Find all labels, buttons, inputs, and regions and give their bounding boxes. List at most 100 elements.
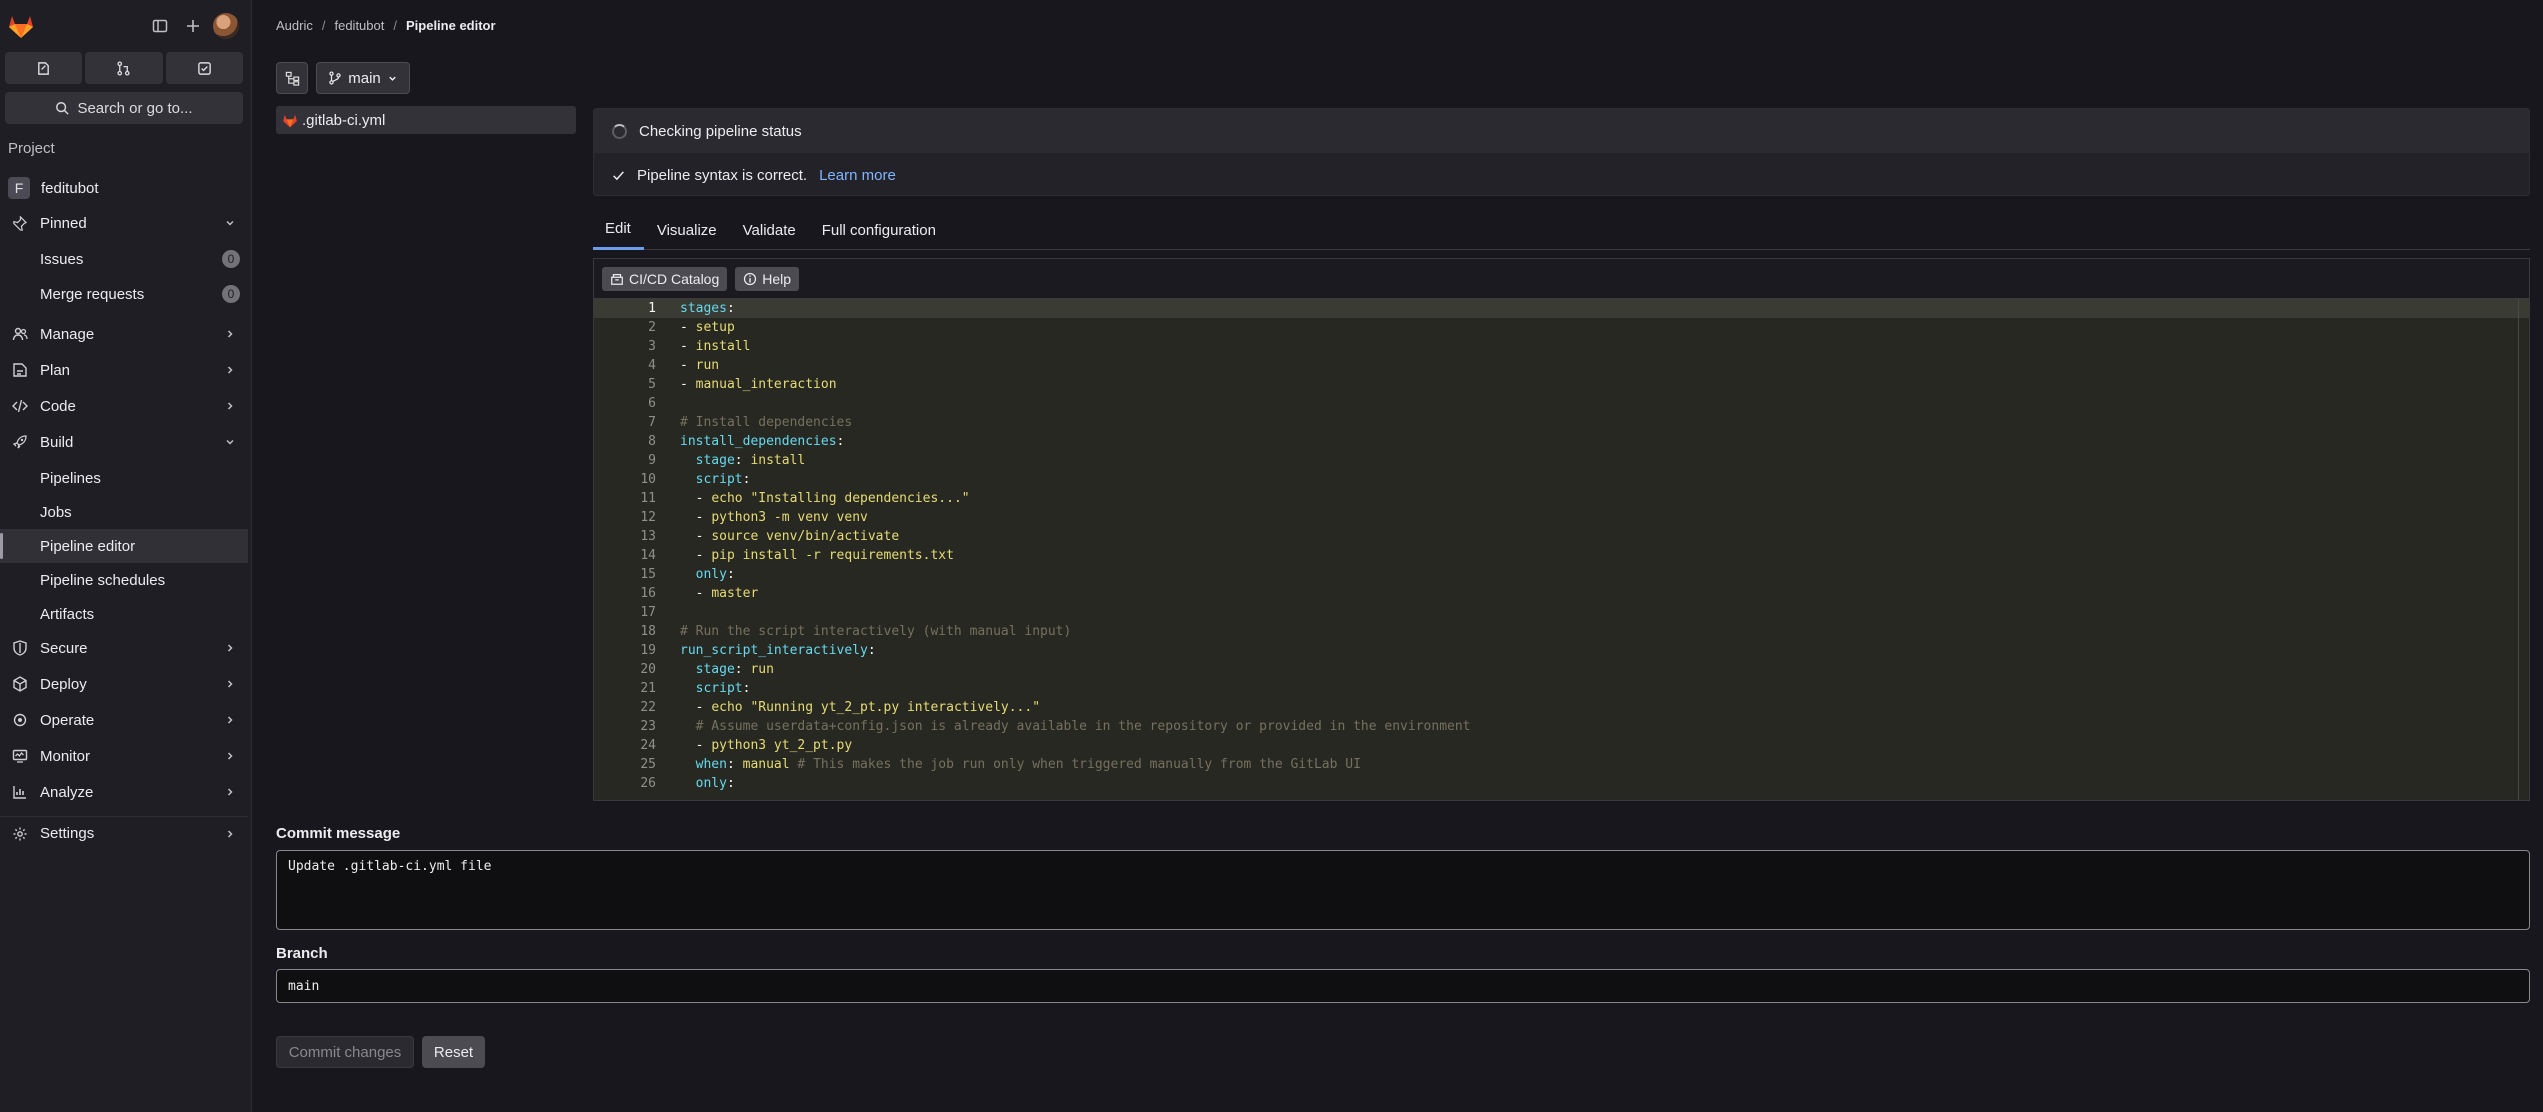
sidebar: Search or go to... Project F feditubot P… <box>0 0 252 1112</box>
editor-scrollbar[interactable] <box>2518 299 2519 800</box>
line-number: 21 <box>640 681 656 696</box>
tab-edit[interactable]: Edit <box>593 210 644 250</box>
file-tree-item[interactable]: .gitlab-ci.yml <box>276 106 576 134</box>
code-line[interactable]: 15 only: <box>594 565 2529 584</box>
code-token: script <box>695 472 743 487</box>
sidebar-item-code[interactable]: Code <box>0 389 248 423</box>
line-number: 3 <box>648 339 656 354</box>
code-line[interactable]: 5- manual_interaction <box>594 375 2529 394</box>
reset-button[interactable]: Reset <box>422 1036 485 1068</box>
code-token: # Install dependencies <box>680 415 853 430</box>
code-line[interactable]: 14 - pip install -r requirements.txt <box>594 546 2529 565</box>
sidebar-item-artifacts[interactable]: Artifacts <box>0 597 248 631</box>
tab-validate[interactable]: Validate <box>730 210 809 250</box>
sidebar-item-issues[interactable]: Issues 0 <box>0 242 248 276</box>
sidebar-item-label: Artifacts <box>40 605 95 623</box>
branch-input[interactable]: main <box>276 969 2530 1003</box>
line-content: # Install dependencies <box>656 413 852 432</box>
code-editor[interactable]: CI/CD Catalog Help 1 stages: 2- setup 3- in… <box>593 258 2530 801</box>
sidebar-item-label: Manage <box>40 325 95 343</box>
sidebar-item-pinned[interactable]: Pinned <box>0 206 248 240</box>
line-number: 1 <box>648 301 656 316</box>
code-token: - <box>680 320 696 335</box>
plus-icon[interactable] <box>181 14 205 38</box>
sidebar-item-plan[interactable]: Plan <box>0 353 248 387</box>
cloud-gear-icon <box>10 712 29 728</box>
commit-changes-button[interactable]: Commit changes <box>276 1036 414 1068</box>
branch-selector[interactable]: main <box>316 62 410 94</box>
code-line[interactable]: 12 - python3 -m venv venv <box>594 508 2529 527</box>
code-line[interactable]: 3- install <box>594 337 2529 356</box>
sidebar-toggle-icon[interactable] <box>148 14 172 38</box>
code-line[interactable]: 24 - python3 yt_2_pt.py <box>594 736 2529 755</box>
line-number: 2 <box>648 320 656 335</box>
branch-icon <box>329 71 341 85</box>
sidebar-item-jobs[interactable]: Jobs <box>0 495 248 529</box>
code-line[interactable]: 8 install_dependencies: <box>594 432 2529 451</box>
issues-counter-button[interactable] <box>5 52 83 84</box>
code-area[interactable]: 1 stages: 2- setup 3- install 4- run 5- manua… <box>594 299 2529 800</box>
code-line[interactable]: 19 run_script_interactively: <box>594 641 2529 660</box>
code-line[interactable]: 20 stage: run <box>594 660 2529 679</box>
breadcrumb-project-link[interactable]: feditubot <box>334 18 384 33</box>
sidebar-item-settings[interactable]: Settings <box>0 816 248 850</box>
sidebar-item-pipelines[interactable]: Pipelines <box>0 461 248 495</box>
todos-counter-button[interactable] <box>165 52 243 84</box>
code-line[interactable]: 21 script: <box>594 679 2529 698</box>
branch-selector-value: main <box>348 69 381 87</box>
code-line[interactable]: 22 - echo "Running yt_2_pt.py interactiv… <box>594 698 2529 717</box>
code-line[interactable]: 4- run <box>594 356 2529 375</box>
tab-visualize[interactable]: Visualize <box>644 210 730 250</box>
code-token: manual_interaction <box>695 377 837 392</box>
tab-full-configuration[interactable]: Full configuration <box>809 210 949 250</box>
learn-more-link[interactable]: Learn more <box>819 167 896 184</box>
shield-icon <box>10 640 29 656</box>
sidebar-item-merge-requests[interactable]: Merge requests 0 <box>0 277 248 311</box>
code-line[interactable]: 17 <box>594 603 2529 622</box>
project-link[interactable]: F feditubot <box>8 177 99 199</box>
file-name: .gitlab-ci.yml <box>302 111 386 129</box>
code-line[interactable]: 6 <box>594 394 2529 413</box>
code-line[interactable]: 9 stage: install <box>594 451 2529 470</box>
sidebar-item-secure[interactable]: Secure <box>0 631 248 665</box>
commit-message-input[interactable]: Update .gitlab-ci.yml file <box>276 850 2530 930</box>
sidebar-item-monitor[interactable]: Monitor <box>0 739 248 773</box>
search-label: Search or go to... <box>77 99 193 117</box>
sidebar-item-build[interactable]: Build <box>0 425 248 459</box>
code-token: : <box>726 776 735 791</box>
avatar[interactable] <box>213 13 239 39</box>
code-line[interactable]: 18 # Run the script interactively (with m… <box>594 622 2529 641</box>
sidebar-item-operate[interactable]: Operate <box>0 703 248 737</box>
sidebar-item-analyze[interactable]: Analyze <box>0 775 248 809</box>
check-icon <box>613 170 624 180</box>
code-line[interactable]: 1 stages: <box>594 299 2529 318</box>
search-button[interactable]: Search or go to... <box>5 92 243 124</box>
code-line[interactable]: 10 script: <box>594 470 2529 489</box>
help-button[interactable]: Help <box>735 266 800 291</box>
breadcrumb-group-link[interactable]: Audric <box>276 18 313 33</box>
code-token: install_dependencies <box>680 434 837 449</box>
search-icon <box>56 102 70 115</box>
code-line[interactable]: 2- setup <box>594 318 2529 337</box>
code-token: - <box>680 738 712 753</box>
gitlab-logo-icon[interactable] <box>7 13 35 39</box>
sidebar-item-deploy[interactable]: Deploy <box>0 667 248 701</box>
breadcrumb-current[interactable]: Pipeline editor <box>406 18 496 33</box>
code-token: - <box>680 700 712 715</box>
file-tree-toggle-button[interactable] <box>276 62 308 94</box>
ci-cd-catalog-button[interactable]: CI/CD Catalog <box>602 266 728 291</box>
code-line[interactable]: 13 - source venv/bin/activate <box>594 527 2529 546</box>
merge-requests-counter-button[interactable] <box>85 52 163 84</box>
code-line[interactable]: 23 # Assume userdata+config.json is alre… <box>594 717 2529 736</box>
code-token: : <box>734 453 751 468</box>
code-line[interactable]: 26 only: <box>594 774 2529 793</box>
sidebar-item-pipeline-editor[interactable]: Pipeline editor <box>0 529 248 563</box>
code-line[interactable]: 25 when: manual # This makes the job run… <box>594 755 2529 774</box>
code-line[interactable]: 7 # Install dependencies <box>594 413 2529 432</box>
code-line[interactable]: 11 - echo "Installing dependencies..." <box>594 489 2529 508</box>
code-line[interactable]: 16 - master <box>594 584 2529 603</box>
pipeline-status-panel: Checking pipeline status Pipeline syntax… <box>593 108 2530 196</box>
sidebar-item-manage[interactable]: Manage <box>0 317 248 351</box>
sidebar-item-pipeline-schedules[interactable]: Pipeline schedules <box>0 563 248 597</box>
